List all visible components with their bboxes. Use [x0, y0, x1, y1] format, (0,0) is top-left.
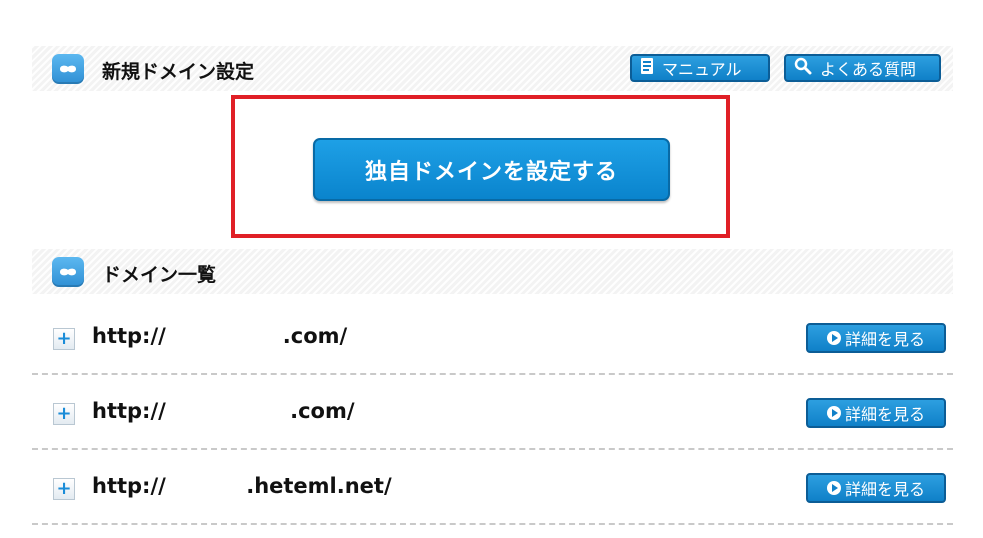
detail-label: 詳細を見る: [844, 480, 925, 499]
view-details-button[interactable]: 詳細を見る: [806, 398, 946, 428]
new-domain-section-header: 新規ドメイン設定 マニュアル よくある質問: [32, 46, 953, 91]
domain-url: http:// .com/: [92, 399, 355, 423]
detail-label: 詳細を見る: [844, 330, 925, 349]
section-title: 新規ドメイン設定: [102, 61, 255, 83]
domain-list-section-header: ドメイン一覧: [32, 249, 953, 294]
section-title: ドメイン一覧: [102, 264, 217, 286]
arrow-right-icon: [826, 481, 841, 495]
manual-label: マニュアル: [662, 60, 742, 79]
arrow-right-icon: [826, 331, 841, 345]
expand-plus-icon[interactable]: +: [53, 328, 75, 350]
arrow-right-icon: [826, 406, 841, 420]
domain-row: + http:// .com/ 詳細を見る: [32, 376, 953, 450]
page: 新規ドメイン設定 マニュアル よくある質問 独自ドメインを設定する ドメイン一覧…: [0, 0, 983, 538]
view-details-button[interactable]: 詳細を見る: [806, 473, 946, 503]
expand-plus-icon[interactable]: +: [53, 478, 75, 500]
manual-button[interactable]: マニュアル: [630, 54, 770, 82]
section-icon: [52, 257, 84, 287]
domain-url: http:// .heteml.net/: [92, 474, 392, 498]
expand-plus-icon[interactable]: +: [53, 403, 75, 425]
manual-book-icon: [640, 57, 654, 79]
detail-label: 詳細を見る: [844, 405, 925, 424]
domain-row: + http:// .heteml.net/ 詳細を見る: [32, 451, 953, 525]
view-details-button[interactable]: 詳細を見る: [806, 323, 946, 353]
faq-label: よくある質問: [820, 60, 917, 79]
search-icon: [794, 57, 812, 79]
set-custom-domain-button[interactable]: 独自ドメインを設定する: [313, 138, 670, 201]
faq-button[interactable]: よくある質問: [784, 54, 941, 82]
domain-url: http:// .com/: [92, 324, 348, 348]
domain-row: + http:// .com/ 詳細を見る: [32, 301, 953, 375]
section-icon: [52, 54, 84, 84]
